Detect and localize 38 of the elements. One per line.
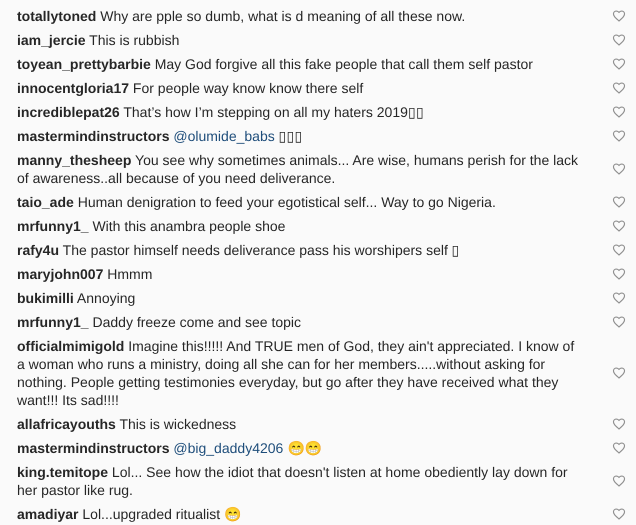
heart-icon[interactable] [612, 105, 626, 119]
mention-link[interactable]: @big_daddy4206 [173, 440, 284, 456]
heart-icon[interactable] [612, 129, 626, 143]
heart-icon[interactable] [612, 507, 626, 521]
comment-text: officialmimigold Imagine this!!!!! And TRUE men of God, they ain't appreciated. I know of a woman who runs a ministry, doing all she can for her members.....without asking for nothing. People getting testimonies everyday, but go after they have received what they want!!! Its sad!!!! [17, 337, 576, 409]
comment-text: king.temitope Lol... See how the idiot that doesn't listen at home obediently lay down for her pastor like rug. [17, 463, 569, 499]
mention-link[interactable]: @olumide_babs [173, 128, 275, 144]
comment-text: mrfunny1_ With this anambra people shoe [17, 217, 286, 235]
comment-text: toyean_prettybarbie May God forgive all this fake people that call them self pastor [17, 55, 534, 73]
comment-text: mastermindinstructors @olumide_babs ▯▯▯ [17, 127, 304, 145]
heart-icon[interactable] [612, 195, 626, 209]
comment-text: taio_ade Human denigration to feed your egotistical self... Way to go Nigeria. [17, 193, 497, 211]
comment-text: incrediblepat26 That’s how I’m stepping on all my haters 2019▯▯ [17, 103, 425, 121]
comment-text: maryjohn007 Hmmm [17, 265, 154, 283]
heart-icon[interactable] [612, 162, 626, 176]
heart-icon[interactable] [612, 441, 626, 455]
heart-icon[interactable] [612, 81, 626, 95]
comment-text: manny_thesheep You see why sometimes animals... Are wise, humans perish for the lack of awareness..all because of you need deliverance. [17, 151, 580, 187]
comment-text: totallytoned Why are pple so dumb, what is d meaning of all these now. [17, 7, 466, 25]
heart-icon[interactable] [612, 267, 626, 281]
heart-icon[interactable] [612, 9, 626, 23]
comment-text: allafricayouths This is wickedness [17, 415, 238, 433]
heart-icon[interactable] [612, 291, 626, 305]
comment-text: iam_jercie This is rubbish [17, 31, 180, 49]
comment-text: mrfunny1_ Daddy freeze come and see topic [17, 313, 302, 331]
heart-icon[interactable] [612, 315, 626, 329]
comment-text: amadiyar Lol...upgraded ritualist 😁 [17, 505, 242, 523]
heart-icon[interactable] [612, 243, 626, 257]
heart-icon[interactable] [612, 57, 626, 71]
comment-text: rafy4u The pastor himself needs deliverance pass his worshipers self ▯ [17, 241, 461, 259]
heart-icon[interactable] [612, 417, 626, 431]
heart-icon[interactable] [612, 33, 626, 47]
comment-text: mastermindinstructors @big_daddy4206 😁😁 [17, 439, 322, 457]
comment-text: innocentgloria17 For people way know know there self [17, 79, 364, 97]
heart-icon[interactable] [612, 366, 626, 380]
heart-icon[interactable] [612, 219, 626, 233]
comment-text: bukimilli Annoying [17, 289, 136, 307]
heart-icon[interactable] [612, 474, 626, 488]
